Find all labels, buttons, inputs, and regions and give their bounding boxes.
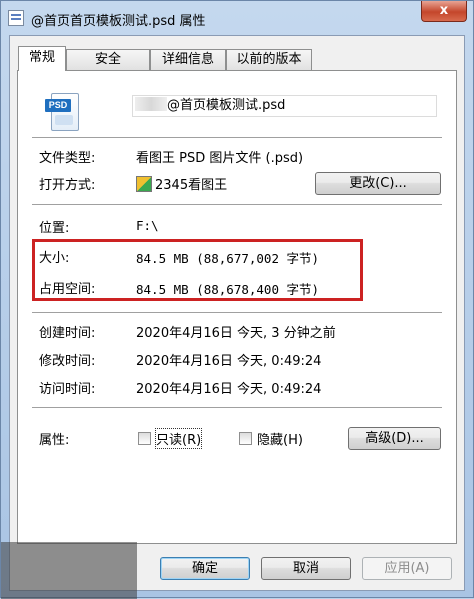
location-label: 位置: — [39, 221, 70, 236]
open-with-value: 2345看图王 — [136, 174, 227, 193]
psd-icon-label: PSD — [45, 99, 71, 112]
hidden-label[interactable]: 隐藏(H) — [257, 429, 303, 448]
apply-button: 应用(A) — [362, 557, 452, 580]
close-button[interactable]: x — [421, 1, 467, 22]
modified-label: 修改时间: — [39, 354, 96, 369]
location-value: F:\ — [136, 218, 159, 233]
highlight-annotation-box — [32, 239, 363, 301]
change-button[interactable]: 更改(C)... — [315, 172, 441, 195]
filename-text: @首页模板测试.psd — [167, 98, 286, 113]
tab-details[interactable]: 详细信息 — [150, 49, 226, 70]
attributes-label: 属性: — [39, 433, 70, 448]
modified-value: 2020年4月16日 今天, 0:49:24 — [136, 354, 322, 369]
document-icon — [8, 10, 24, 26]
psd-file-icon: PSD — [45, 93, 79, 131]
readonly-label[interactable]: 只读(R) — [154, 428, 203, 449]
ok-button[interactable]: 确定 — [160, 557, 250, 580]
divider — [32, 204, 442, 206]
dialog-client: 常规 安全 详细信息 以前的版本 PSD @首页模板测试.psd 文件类型: 看… — [9, 35, 465, 591]
filename-field[interactable]: @首页模板测试.psd — [132, 95, 437, 117]
tab-previous-versions[interactable]: 以前的版本 — [226, 49, 312, 70]
tab-general[interactable]: 常规 — [18, 46, 66, 71]
redacted-text — [135, 97, 167, 111]
accessed-value: 2020年4月16日 今天, 0:49:24 — [136, 382, 322, 397]
overlay-shadow — [1, 542, 137, 599]
readonly-checkbox[interactable] — [138, 432, 151, 445]
cancel-button[interactable]: 取消 — [261, 557, 351, 580]
window-title: @首页首页模板测试.psd 属性 — [31, 14, 206, 29]
properties-window: @首页首页模板测试.psd 属性 x 常规 安全 详细信息 以前的版本 PSD … — [0, 0, 474, 599]
created-value: 2020年4月16日 今天, 3 分钟之前 — [136, 326, 336, 341]
image-viewer-app-icon — [136, 176, 152, 192]
open-with-app-name: 2345看图王 — [155, 178, 228, 193]
divider — [32, 312, 442, 314]
advanced-button[interactable]: 高级(D)... — [348, 427, 441, 450]
divider — [32, 137, 442, 139]
general-panel: PSD @首页模板测试.psd 文件类型: 看图王 PSD 图片文件 (.psd… — [17, 70, 457, 544]
open-with-label: 打开方式: — [39, 178, 96, 193]
title-bar[interactable]: @首页首页模板测试.psd 属性 x — [1, 1, 473, 35]
divider — [32, 407, 442, 409]
file-type-label: 文件类型: — [39, 151, 96, 166]
tab-security[interactable]: 安全 — [66, 49, 150, 70]
file-type-value: 看图王 PSD 图片文件 (.psd) — [136, 151, 304, 166]
created-label: 创建时间: — [39, 326, 96, 341]
accessed-label: 访问时间: — [39, 382, 96, 397]
hidden-checkbox[interactable] — [239, 432, 252, 445]
